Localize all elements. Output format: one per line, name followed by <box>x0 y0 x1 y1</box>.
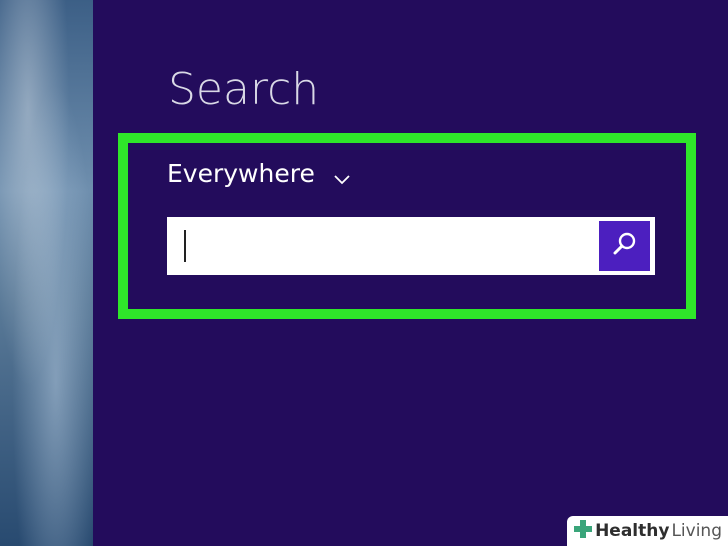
scope-dropdown[interactable]: Everywhere <box>167 159 351 188</box>
search-input[interactable] <box>167 217 598 275</box>
watermark-brand-bold: Healthy <box>595 521 670 541</box>
page-title: Search <box>168 64 320 115</box>
search-icon <box>611 230 639 262</box>
search-box <box>167 217 655 275</box>
chevron-down-icon <box>333 165 351 184</box>
search-button[interactable] <box>599 221 650 271</box>
watermark: Healthy Living <box>567 516 728 546</box>
scope-label: Everywhere <box>167 159 315 188</box>
plus-icon <box>573 519 593 544</box>
text-cursor <box>184 230 186 262</box>
desktop-background <box>0 0 93 546</box>
watermark-brand-light: Living <box>671 521 722 541</box>
